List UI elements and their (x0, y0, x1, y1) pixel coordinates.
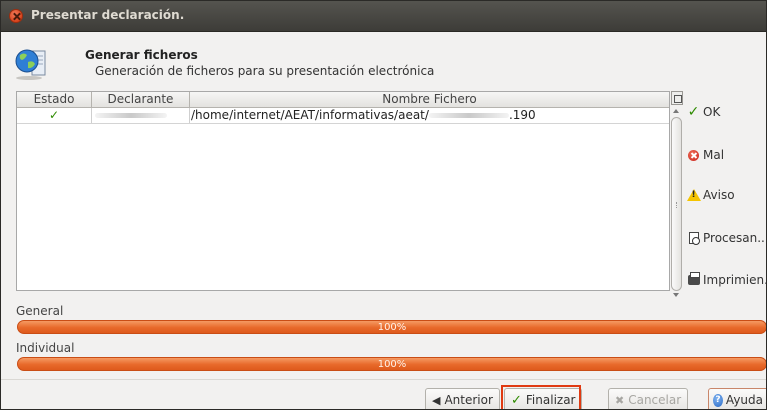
ayuda-button[interactable]: ? Ayuda (708, 388, 766, 409)
column-nombre-fichero[interactable]: Nombre Fichero (190, 92, 669, 107)
individual-progress-text: 100% (377, 359, 407, 370)
cancelar-button[interactable]: ✖ Cancelar (608, 388, 689, 409)
scroll-down-arrow-icon[interactable] (673, 293, 679, 297)
cancel-x-icon: ✖ (615, 393, 625, 407)
check-icon: ✓ (687, 104, 700, 120)
table-row[interactable]: ✓ /home/internet/AEAT/informativas/aeat/… (17, 108, 669, 124)
finalizar-highlight (501, 385, 581, 409)
redacted-declarante (95, 113, 167, 118)
table-header: Estado Declarante Nombre Fichero (17, 92, 669, 108)
legend-imprimiendo: Imprimien... (687, 271, 766, 289)
header-title: Generar ficheros (85, 48, 198, 62)
legend-procesando-label: Procesan... (703, 231, 767, 245)
individual-progress-label: Individual (16, 341, 75, 355)
divider (1, 379, 766, 380)
processing-document-icon (688, 232, 700, 245)
row-status-check-icon: ✓ (17, 108, 92, 123)
legend-ok-label: OK (703, 105, 721, 119)
legend-aviso: Aviso (686, 186, 735, 204)
legend-mal-label: Mal (703, 148, 725, 162)
legend-aviso-label: Aviso (703, 188, 735, 202)
scrollbar-thumb[interactable] (671, 117, 682, 291)
close-icon[interactable] (9, 9, 23, 23)
arrow-left-icon: ◀ (432, 393, 441, 407)
anterior-button[interactable]: ◀ Anterior (425, 388, 500, 409)
error-icon (688, 149, 699, 161)
legend-mal: Mal (687, 146, 724, 164)
general-progress-bar: 100% (17, 320, 766, 334)
globe-document-icon (15, 49, 46, 80)
dialog-window: Presentar declaración. Generar ficheros … (0, 0, 767, 410)
column-estado[interactable]: Estado (17, 92, 92, 107)
printer-icon (687, 272, 700, 285)
row-declarante (92, 108, 190, 123)
legend-ok: ✓ OK (687, 103, 721, 121)
window-title: Presentar declaración. (31, 8, 185, 22)
column-declarante[interactable]: Declarante (92, 92, 190, 107)
warning-icon (686, 189, 701, 201)
header-subtitle: Generación de ficheros para su presentac… (95, 64, 435, 78)
title-bar: Presentar declaración. (1, 1, 766, 32)
column-chooser-icon[interactable] (671, 91, 683, 105)
redacted-filename (428, 113, 509, 118)
scroll-up-arrow-icon[interactable] (673, 109, 679, 113)
general-progress-label: General (16, 304, 64, 318)
row-filename: /home/internet/AEAT/informativas/aeat/.1… (191, 108, 536, 122)
individual-progress-bar: 100% (17, 357, 766, 371)
files-table[interactable]: Estado Declarante Nombre Fichero ✓ /home… (16, 91, 670, 291)
legend-imprimiendo-label: Imprimien... (703, 273, 766, 287)
help-icon: ? (713, 393, 723, 407)
table-scrollbar[interactable] (670, 109, 684, 299)
legend-procesando: Procesan... (687, 229, 767, 247)
general-progress-text: 100% (377, 322, 407, 333)
